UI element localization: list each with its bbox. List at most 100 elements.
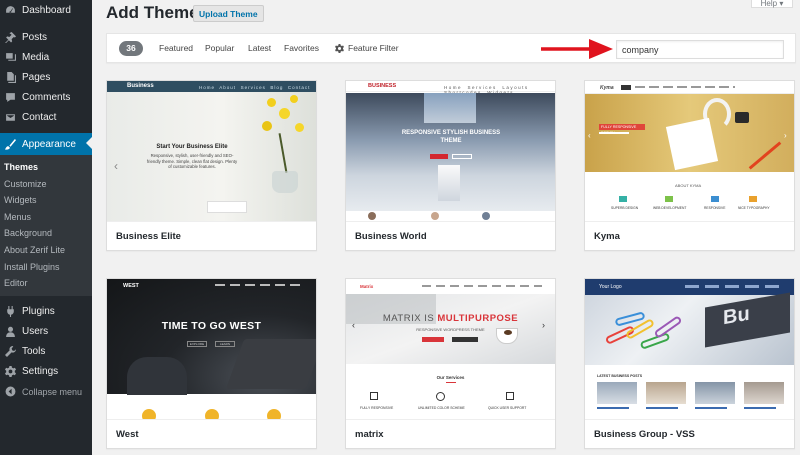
- theme-screenshot[interactable]: WEST TIME TO GO WEST EXPLORE LEARN: [107, 279, 316, 419]
- sidebar-item-settings[interactable]: Settings: [0, 362, 92, 382]
- theme-name: matrix: [346, 419, 555, 448]
- pin-icon: [4, 31, 17, 44]
- preview-feature-icon: [267, 409, 281, 419]
- sidebar-item-label: Posts: [22, 31, 48, 43]
- laptop-image: [107, 279, 316, 395]
- submenu-item-customize[interactable]: Customize: [0, 176, 92, 193]
- filter-latest-link[interactable]: Latest: [248, 43, 271, 53]
- submenu-item-menus[interactable]: Menus: [0, 209, 92, 226]
- preview-button: [430, 154, 448, 159]
- preview-nav-item: Home: [199, 84, 216, 90]
- submenu-item-background[interactable]: Background: [0, 225, 92, 242]
- preview-subheadline: RESPONSIVE WORDPRESS THEME: [416, 327, 485, 332]
- preview-feature: WEB DEVELOPMENT: [653, 206, 687, 210]
- sidebar-item-media[interactable]: Media: [0, 47, 92, 67]
- sidebar-item-users[interactable]: Users: [0, 322, 92, 342]
- plug-icon: [4, 305, 17, 318]
- user-icon: [4, 325, 17, 338]
- flower-decoration: [257, 93, 312, 193]
- preview-nav-item: About: [219, 84, 237, 90]
- preview-feature: UNLIMITED COLOR SCHEME: [418, 406, 465, 410]
- submenu-item-themes[interactable]: Themes: [0, 159, 92, 176]
- theme-search-input[interactable]: [616, 40, 784, 59]
- collapse-menu-label: Collapse menu: [22, 386, 83, 397]
- filter-popular-link[interactable]: Popular: [205, 43, 234, 53]
- preview-headline: RESPONSIVE STYLISH BUSINESS THEME: [401, 130, 501, 144]
- feature-filter-label: Feature Filter: [348, 43, 399, 53]
- preview-feature-icon: [142, 409, 156, 419]
- sidebar-item-label: Media: [22, 51, 50, 63]
- preview-brand: Kyma: [600, 85, 614, 91]
- theme-count-badge: 36: [119, 41, 143, 56]
- theme-card-business-world[interactable]: BUSINESS Home Services Layouts Shortcode…: [345, 80, 556, 251]
- sidebar-item-label: Dashboard: [22, 5, 71, 16]
- help-dropdown-icon: ▾: [777, 0, 784, 8]
- mail-icon: [4, 111, 17, 124]
- preview-avatar: [431, 212, 439, 220]
- preview-headline-a: MATRIX IS: [382, 313, 438, 324]
- preview-feature: SUPERB DESIGN: [611, 206, 639, 210]
- theme-name: Business World: [346, 221, 555, 250]
- sidebar-item-dashboard[interactable]: Dashboard: [0, 0, 92, 21]
- sidebar-item-label: Users: [22, 326, 49, 338]
- preview-feature: NICE TYPOGRAPHY: [738, 206, 770, 210]
- theme-screenshot[interactable]: Matrix MATRIX IS MULTIPURPOSE RESPONSIVE…: [346, 279, 555, 419]
- preview-brand: BUSINESS: [368, 83, 397, 89]
- theme-screenshot[interactable]: Business Home About Services Blog Contac…: [107, 81, 316, 221]
- sidebar-item-appearance[interactable]: Appearance: [0, 133, 92, 155]
- help-tab-button[interactable]: Help ▾: [751, 0, 793, 8]
- preview-headline: TIME TO GO WEST: [161, 320, 262, 332]
- page-icon: [4, 71, 17, 84]
- collapse-arrow-icon: [4, 385, 17, 398]
- help-tab-label: Help: [760, 0, 778, 8]
- sidebar-item-comments[interactable]: Comments: [0, 87, 92, 107]
- preview-brand: WEST: [123, 283, 139, 289]
- preview-button: [452, 154, 472, 159]
- theme-card-west[interactable]: WEST TIME TO GO WEST EXPLORE LEARN West: [106, 278, 317, 449]
- sidebar-item-label: Contact: [22, 111, 57, 123]
- sidebar-item-contact[interactable]: Contact: [0, 107, 92, 127]
- sidebar-item-posts[interactable]: Posts: [0, 27, 92, 47]
- collapse-menu-button[interactable]: Collapse menu: [0, 382, 92, 402]
- theme-screenshot[interactable]: Your Logo Bu LATEST BUSINESS POSTS: [585, 279, 794, 419]
- preview-section-title: Our Services: [436, 375, 465, 380]
- theme-card-business-elite[interactable]: Business Home About Services Blog Contac…: [106, 80, 317, 251]
- theme-card-matrix[interactable]: Matrix MATRIX IS MULTIPURPOSE RESPONSIVE…: [345, 278, 556, 449]
- submenu-item-about-zerif-lite[interactable]: About Zerif Lite: [0, 242, 92, 259]
- slider-next-icon: ›: [784, 131, 787, 140]
- preview-brand: Your Logo: [599, 284, 622, 290]
- submenu-item-install-plugins[interactable]: Install Plugins: [0, 259, 92, 276]
- sidebar-item-plugins[interactable]: Plugins: [0, 302, 92, 322]
- preview-headline-b: MULTIPURPOSE: [437, 313, 519, 324]
- theme-screenshot[interactable]: BUSINESS Home Services Layouts Shortcode…: [346, 81, 555, 221]
- paperclips-image: Bu: [585, 292, 794, 365]
- preview-feature-icon: [205, 409, 219, 419]
- red-arrow-annotation-icon: [541, 39, 613, 59]
- slider-prev-icon: ‹: [114, 159, 118, 173]
- submenu-item-editor[interactable]: Editor: [0, 275, 92, 292]
- slider-next-icon: ›: [542, 320, 545, 330]
- theme-name: Business Group - VSS: [585, 419, 794, 448]
- preview-brand: Matrix: [360, 284, 374, 289]
- filter-favorites-link[interactable]: Favorites: [284, 43, 319, 53]
- filter-featured-link[interactable]: Featured: [159, 43, 193, 53]
- upload-theme-button[interactable]: Upload Theme: [193, 5, 264, 22]
- theme-card-business-group-vss[interactable]: Your Logo Bu LATEST BUSINESS POSTS Busin…: [584, 278, 795, 449]
- preview-headline: MATRIX IS MULTIPURPOSE: [346, 313, 555, 324]
- submenu-item-widgets[interactable]: Widgets: [0, 192, 92, 209]
- theme-name: West: [107, 419, 316, 448]
- sidebar-item-pages[interactable]: Pages: [0, 67, 92, 87]
- preview-tagline: Responsive, stylish, user-friendly and S…: [146, 153, 238, 169]
- preview-avatar: [368, 212, 376, 220]
- theme-screenshot[interactable]: Kyma FULLY RESPONSIVE DESIGN ‹ › ABOUT K…: [585, 81, 794, 221]
- preview-avatar: [482, 212, 490, 220]
- theme-card-kyma[interactable]: Kyma FULLY RESPONSIVE DESIGN ‹ › ABOUT K…: [584, 80, 795, 251]
- preview-button: LEARN: [215, 341, 235, 347]
- preview-nav-item: Contact: [287, 84, 311, 90]
- sidebar-item-label: Appearance: [22, 138, 76, 150]
- sidebar-item-tools[interactable]: Tools: [0, 342, 92, 362]
- sidebar-item-label: Tools: [22, 346, 46, 358]
- feature-filter-button[interactable]: Feature Filter: [335, 43, 399, 53]
- slider-prev-icon: ‹: [588, 131, 591, 140]
- sidebar-item-label: Plugins: [22, 306, 55, 318]
